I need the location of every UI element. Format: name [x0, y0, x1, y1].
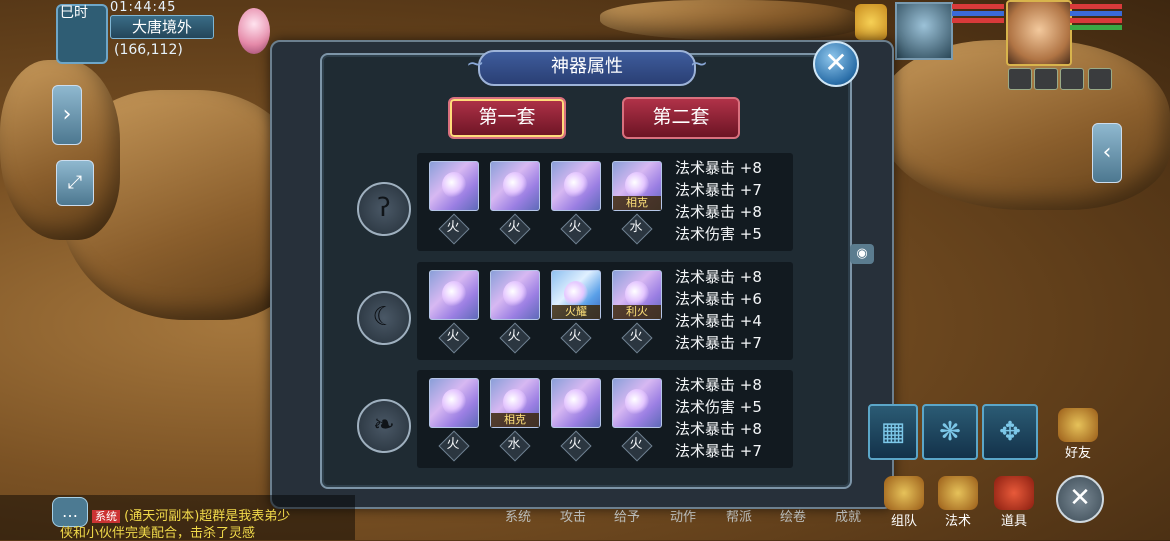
gem-slot[interactable]: 相克	[612, 161, 662, 211]
peach-spirit-icon[interactable]	[238, 8, 270, 54]
set-two-button[interactable]: 第二套	[622, 97, 740, 139]
team-icon	[884, 476, 924, 510]
gem-tag: 相克	[613, 196, 661, 210]
gem-slot[interactable]	[551, 161, 601, 211]
artifact-row-2: 火耀 利火 火 火 火 火 法术暴击 +8 法术暴击 +6 法术暴击 +4 法术…	[417, 262, 793, 360]
attribute-line: 法术暴击 +8	[675, 376, 762, 394]
close-button[interactable]: ✕	[813, 41, 859, 87]
time-period-label: 巳时	[60, 5, 88, 21]
attribute-list: 法术暴击 +8 法术伤害 +5 法术暴击 +8 法术暴击 +7	[675, 374, 793, 462]
gem-slot[interactable]	[429, 161, 479, 211]
gem-slot[interactable]	[551, 378, 601, 428]
element-badge: 火	[499, 213, 531, 245]
map-coordinates: (166,112)	[114, 42, 183, 58]
skill-slot[interactable]: ▦	[868, 404, 918, 460]
spells-button[interactable]: 法术	[938, 476, 978, 529]
chat-text: 侠和小伙伴完美配合，击杀了灵感	[60, 526, 256, 541]
player-status-bars	[1070, 4, 1122, 32]
items-button[interactable]: 道具	[994, 476, 1034, 529]
attribute-list: 法术暴击 +8 法术暴击 +7 法术暴击 +8 法术伤害 +5	[675, 157, 793, 245]
menu-guild[interactable]: 帮派	[726, 506, 752, 525]
fullscreen-icon[interactable]: ⤢	[56, 160, 94, 206]
element-badge: 火	[438, 430, 470, 462]
eye-icon[interactable]: ◉	[850, 244, 874, 264]
attribute-list: 法术暴击 +8 法术暴击 +6 法术暴击 +4 法术暴击 +7	[675, 266, 793, 354]
menu-give[interactable]: 给予	[614, 506, 640, 525]
flame-wing-icon[interactable]: ❧	[357, 399, 411, 453]
clock: 01:44:45	[110, 0, 177, 15]
attribute-line: 法术暴击 +8	[675, 268, 762, 286]
gem-slot[interactable]: 利火	[612, 270, 662, 320]
companion-status-bars	[952, 4, 1004, 25]
friends-button[interactable]: 好友	[1058, 408, 1098, 461]
gem-tag: 相克	[491, 413, 539, 427]
element-badge: 水	[621, 213, 653, 245]
element-badge: 火	[438, 322, 470, 354]
player-portrait[interactable]	[1006, 0, 1072, 66]
skill-slot[interactable]: ✥	[982, 404, 1038, 460]
zone-name: 大唐境外	[110, 15, 214, 39]
artifact-row-1: 相克 火 火 火 水 法术暴击 +8 法术暴击 +7 法术暴击 +8 法术伤害 …	[417, 153, 793, 251]
treasure-chest-icon	[994, 476, 1034, 510]
buff-icon[interactable]	[1088, 68, 1112, 90]
element-badge: 水	[499, 430, 531, 462]
attribute-line: 法术暴击 +7	[675, 334, 762, 352]
element-badge: 火	[560, 322, 592, 354]
menu-achievement[interactable]: 成就	[835, 506, 861, 525]
element-badge: 火	[560, 213, 592, 245]
companion-portrait[interactable]	[895, 2, 953, 60]
buff-icon[interactable]	[1034, 68, 1058, 90]
crescent-moon-icon[interactable]: ☾	[357, 291, 411, 345]
attribute-line: 法术伤害 +5	[675, 398, 762, 416]
buff-icon[interactable]	[1060, 68, 1084, 90]
team-button[interactable]: 组队	[884, 476, 924, 529]
panel-title: 神器属性	[466, 50, 708, 86]
element-badge: 火	[560, 430, 592, 462]
attribute-line: 法术暴击 +4	[675, 312, 762, 330]
gem-slot[interactable]	[429, 378, 479, 428]
attribute-line: 法术暴击 +7	[675, 181, 762, 199]
hook-icon[interactable]: ʔ	[357, 182, 411, 236]
attribute-line: 法术暴击 +8	[675, 159, 762, 177]
pet-icon[interactable]	[855, 4, 887, 40]
attribute-line: 法术暴击 +7	[675, 442, 762, 460]
attribute-line: 法术伤害 +5	[675, 225, 762, 243]
set-one-button[interactable]: 第一套	[448, 97, 566, 139]
friends-icon	[1058, 408, 1098, 442]
location-hud[interactable]: 巳时 01:44:45 大唐境外 (166,112)	[56, 0, 231, 64]
element-badge: 火	[621, 430, 653, 462]
right-expand-tab[interactable]: ‹	[1092, 123, 1122, 183]
buff-icon[interactable]	[1008, 68, 1032, 90]
gem-tag: 火耀	[552, 305, 600, 319]
left-expand-tab[interactable]: ›	[52, 85, 82, 145]
element-badge: 火	[499, 322, 531, 354]
menu-system[interactable]: 系统	[505, 506, 531, 525]
gem-tag: 利火	[613, 305, 661, 319]
artifact-row-3: 相克 火 水 火 火 法术暴击 +8 法术伤害 +5 法术暴击 +8 法术暴击 …	[417, 370, 793, 468]
element-badge: 火	[621, 322, 653, 354]
attribute-line: 法术暴击 +6	[675, 290, 762, 308]
gem-slot[interactable]: 相克	[490, 378, 540, 428]
gem-slot[interactable]	[490, 161, 540, 211]
gem-slot[interactable]: 火耀	[551, 270, 601, 320]
gem-slot[interactable]	[429, 270, 479, 320]
spell-bell-icon	[938, 476, 978, 510]
gem-slot[interactable]	[490, 270, 540, 320]
attribute-line: 法术暴击 +8	[675, 203, 762, 221]
element-badge: 火	[438, 213, 470, 245]
collapse-menu-button[interactable]: ✕	[1056, 475, 1104, 523]
menu-attack[interactable]: 攻击	[560, 506, 586, 525]
attribute-line: 法术暴击 +8	[675, 420, 762, 438]
gem-slot[interactable]	[612, 378, 662, 428]
menu-scroll[interactable]: 绘卷	[780, 506, 806, 525]
menu-action[interactable]: 动作	[670, 506, 696, 525]
skill-slot[interactable]: ❋	[922, 404, 978, 460]
background-rock	[600, 0, 860, 40]
